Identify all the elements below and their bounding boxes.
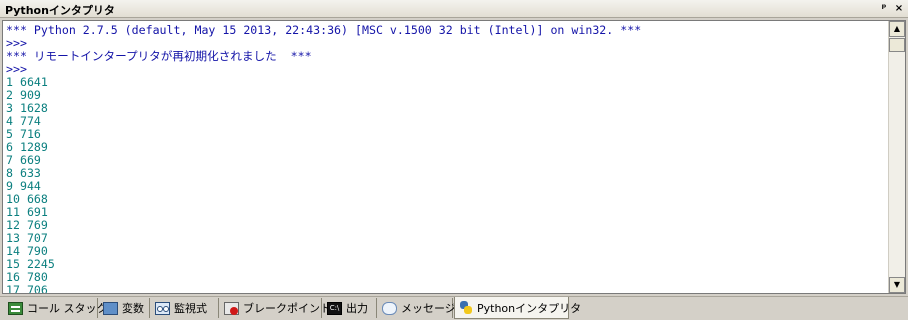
close-icon[interactable]: × xyxy=(893,2,905,15)
message-icon xyxy=(382,301,397,315)
console-line: *** リモートインタープリタが再初期化されました *** xyxy=(6,49,312,63)
console-line: 14 790 xyxy=(6,244,48,258)
tab-call-stack[interactable]: コール スタック xyxy=(4,298,108,318)
scroll-down-button[interactable]: ▼ xyxy=(889,277,905,293)
title-bar: Pythonインタプリタ ᵖ × xyxy=(0,0,908,18)
console-line: 8 633 xyxy=(6,166,41,180)
tab-output[interactable]: C:\ 出力 xyxy=(323,298,377,318)
tab-variables[interactable]: 変数 xyxy=(99,298,150,318)
console-line: 11 691 xyxy=(6,205,48,219)
console-line: 16 780 xyxy=(6,270,48,284)
tab-label: コール スタック xyxy=(27,302,108,315)
scroll-up-button[interactable]: ▲ xyxy=(889,21,905,37)
tab-python-interpreter[interactable]: Pythonインタプリタ xyxy=(454,297,581,319)
tab-messages[interactable]: メッセージ xyxy=(378,298,456,318)
console-line: 12 769 xyxy=(6,218,48,232)
console-line: 3 1628 xyxy=(6,101,48,115)
interpreter-console[interactable]: *** Python 2.7.5 (default, May 15 2013, … xyxy=(2,20,906,294)
tab-label: Pythonインタプリタ xyxy=(477,301,582,315)
console-line: 9 944 xyxy=(6,179,41,193)
call-stack-icon xyxy=(8,301,23,315)
console-line: 17 706 xyxy=(6,283,48,294)
console-line: >>> xyxy=(6,62,27,76)
console-line: 1 6641 xyxy=(6,75,48,89)
scroll-thumb[interactable] xyxy=(889,38,905,52)
console-line: 13 707 xyxy=(6,231,48,245)
tab-label: 出力 xyxy=(346,302,368,315)
console-line: 2 909 xyxy=(6,88,41,102)
output-icon: C:\ xyxy=(327,301,342,315)
tab-label: 監視式 xyxy=(174,302,207,315)
tab-breakpoints[interactable]: ブレークポイント xyxy=(220,298,331,318)
breakpoint-icon xyxy=(224,301,239,315)
watch-icon xyxy=(155,301,170,315)
tab-label: ブレークポイント xyxy=(243,302,331,315)
console-line: 4 774 xyxy=(6,114,41,128)
python-icon xyxy=(459,301,473,314)
variables-icon xyxy=(103,301,118,315)
tab-label: メッセージ xyxy=(401,302,456,315)
vertical-scrollbar[interactable]: ▲ ▼ xyxy=(888,21,905,293)
pin-icon[interactable]: ᵖ xyxy=(878,2,890,15)
console-output: *** Python 2.7.5 (default, May 15 2013, … xyxy=(6,24,886,294)
bottom-tab-bar: コール スタック 変数 監視式 ブレークポイント C:\ 出力 メッセージ Py… xyxy=(0,296,908,320)
console-line: *** Python 2.7.5 (default, May 15 2013, … xyxy=(6,23,642,37)
console-line: 6 1289 xyxy=(6,140,48,154)
panel-title: Pythonインタプリタ xyxy=(5,4,115,17)
console-line: 15 2245 xyxy=(6,257,55,271)
console-line: 5 716 xyxy=(6,127,41,141)
tab-watch[interactable]: 監視式 xyxy=(151,298,219,318)
console-line: 10 668 xyxy=(6,192,48,206)
tab-label: 変数 xyxy=(122,302,144,315)
console-line: 7 669 xyxy=(6,153,41,167)
